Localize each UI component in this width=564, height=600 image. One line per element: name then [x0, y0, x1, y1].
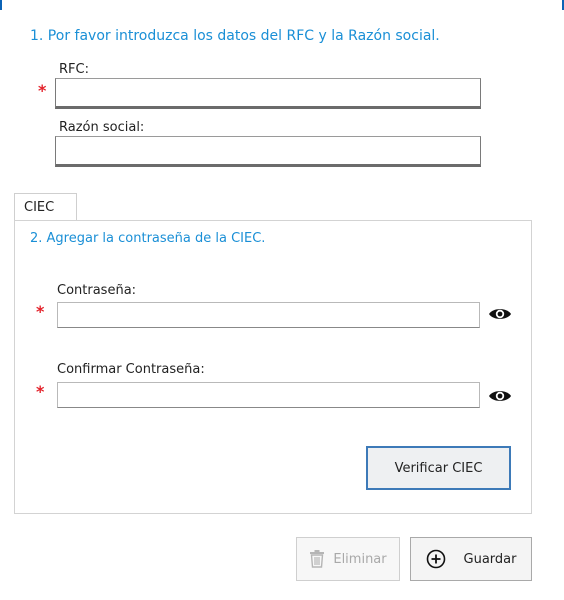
rfc-required-mark: *: [38, 81, 47, 100]
eye-icon[interactable]: [488, 306, 512, 322]
confirm-password-label: Confirmar Contraseña:: [57, 362, 205, 377]
verify-ciec-button[interactable]: Verificar CIEC: [366, 446, 511, 490]
section2-title: 2. Agregar la contraseña de la CIEC.: [30, 231, 266, 246]
password-input[interactable]: [57, 302, 480, 328]
save-button[interactable]: Guardar: [410, 537, 532, 581]
window-border-left: [0, 0, 2, 10]
razon-social-label: Razón social:: [59, 120, 145, 135]
section1-title: 1. Por favor introduzca los datos del RF…: [30, 28, 440, 44]
save-button-label: Guardar: [463, 551, 517, 567]
window-top-bar: [0, 0, 564, 10]
tab-ciec[interactable]: CIEC: [14, 193, 77, 221]
razon-social-input[interactable]: [55, 136, 481, 167]
delete-button-label: Eliminar: [333, 551, 387, 567]
eye-icon[interactable]: [488, 388, 512, 404]
password-label: Contraseña:: [57, 283, 137, 298]
confirm-password-input[interactable]: [57, 382, 480, 408]
rfc-input[interactable]: [55, 78, 481, 109]
delete-button[interactable]: Eliminar: [296, 537, 400, 581]
password-required-mark: *: [36, 302, 45, 321]
confirm-required-mark: *: [36, 382, 45, 401]
trash-icon: [310, 550, 325, 568]
rfc-label: RFC:: [59, 62, 89, 77]
add-circle-icon: [426, 549, 445, 569]
